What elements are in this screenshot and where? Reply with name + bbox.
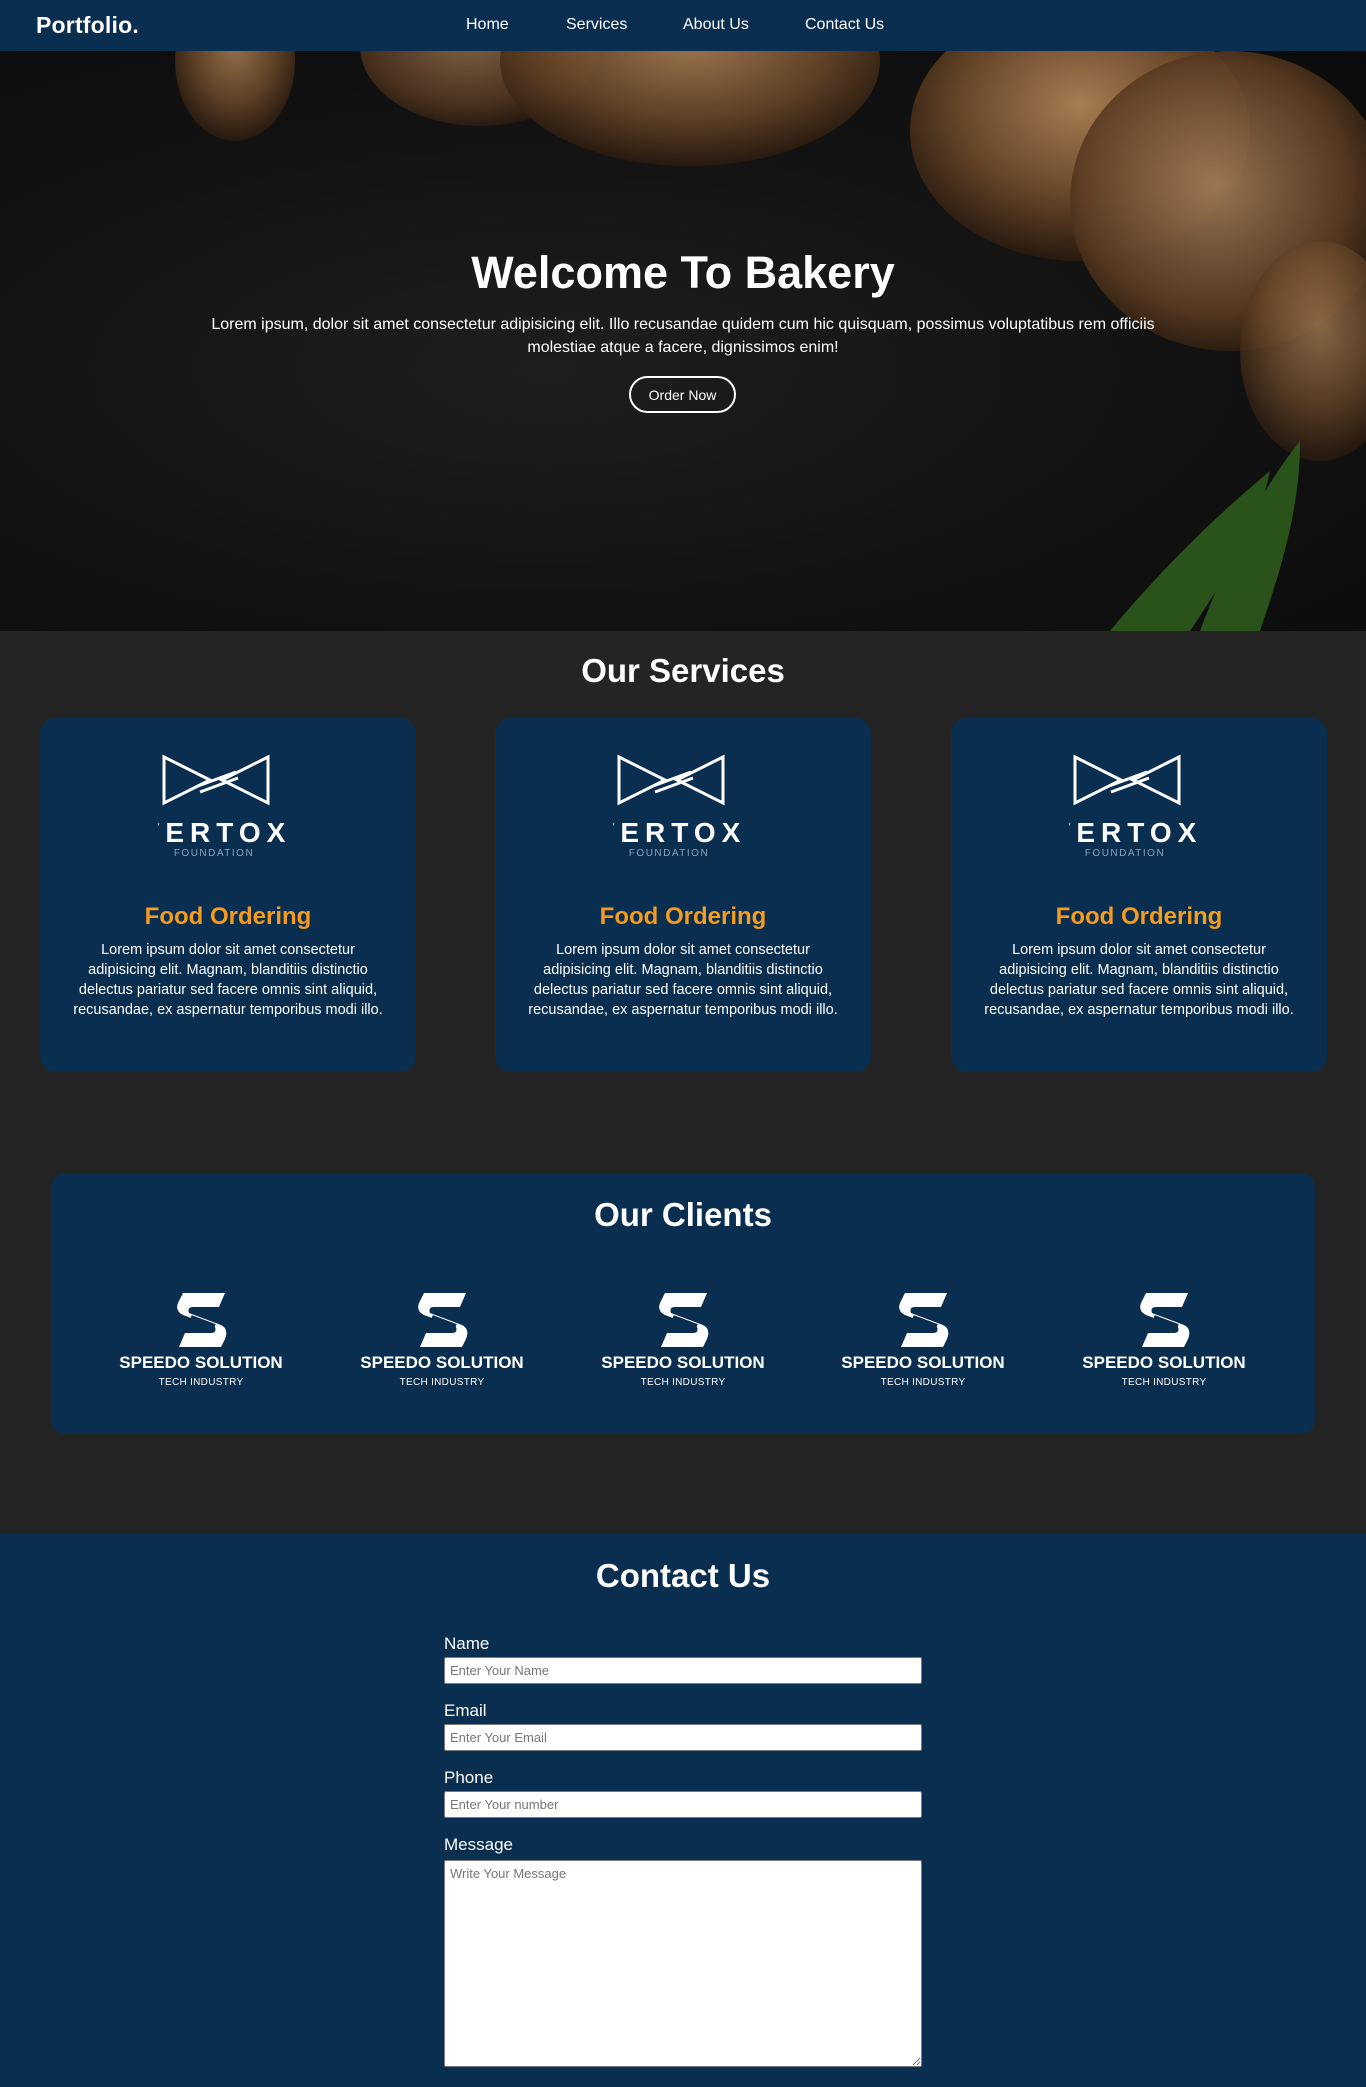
nav-link-services[interactable]: Services xyxy=(566,16,627,34)
svg-text:FOUNDATION: FOUNDATION xyxy=(629,848,709,859)
client-industry: TECH INDUSTRY xyxy=(640,1377,726,1388)
client-industry: TECH INDUSTRY xyxy=(1121,1377,1207,1388)
hero-section: Welcome To Bakery Lorem ipsum, dolor sit… xyxy=(0,51,1366,631)
client-name: SPEEDO SOLUTION xyxy=(1082,1353,1246,1372)
nav-links: Home Services About Us Contact Us xyxy=(0,16,1366,38)
svg-text:VERTOX: VERTOX xyxy=(1069,817,1202,848)
vertox-bowtie-logo-icon: VERTOX FOUNDATION xyxy=(158,754,291,859)
service-card: VERTOX FOUNDATION Food Ordering Lorem ip… xyxy=(40,718,416,1072)
service-description: Lorem ipsum dolor sit amet consectetur a… xyxy=(984,942,1294,1018)
client-logo: SPEEDO SOLUTION TECH INDUSTRY xyxy=(1064,1291,1264,1401)
navbar: Portfolio. Home Services About Us Contac… xyxy=(0,0,1366,51)
name-label: Name xyxy=(444,1634,490,1653)
nav-link-contact-us[interactable]: Contact Us xyxy=(805,16,884,34)
client-logo: SPEEDO SOLUTION TECH INDUSTRY xyxy=(823,1291,1023,1401)
speedo-s-logo-icon xyxy=(899,1293,949,1347)
speedo-s-logo-icon xyxy=(177,1293,227,1347)
client-name: SPEEDO SOLUTION xyxy=(360,1353,524,1372)
speedo-s-logo-icon xyxy=(1140,1293,1190,1347)
client-name: SPEEDO SOLUTION xyxy=(601,1353,765,1372)
service-title: Food Ordering xyxy=(144,903,312,930)
name-input[interactable] xyxy=(444,1657,922,1684)
message-label: Message xyxy=(444,1835,513,1854)
nav-link-home[interactable]: Home xyxy=(466,16,509,34)
clients-title: Our Clients xyxy=(594,1196,772,1233)
service-title: Food Ordering xyxy=(599,903,767,930)
phone-input[interactable] xyxy=(444,1791,922,1818)
svg-text:VERTOX: VERTOX xyxy=(613,817,746,848)
client-industry: TECH INDUSTRY xyxy=(399,1377,485,1388)
hero-title: Welcome To Bakery xyxy=(471,247,895,298)
service-title: Food Ordering xyxy=(1055,903,1223,930)
service-card: VERTOX FOUNDATION Food Ordering Lorem ip… xyxy=(951,718,1327,1072)
phone-label: Phone xyxy=(444,1768,494,1787)
hero-description: Lorem ipsum, dolor sit amet consectetur … xyxy=(211,316,1155,356)
contact-title: Contact Us xyxy=(595,1557,771,1594)
speedo-s-logo-icon xyxy=(659,1293,709,1347)
svg-text:VERTOX: VERTOX xyxy=(158,817,291,848)
client-industry: TECH INDUSTRY xyxy=(880,1377,966,1388)
service-description: Lorem ipsum dolor sit amet consectetur a… xyxy=(73,942,383,1018)
client-name: SPEEDO SOLUTION xyxy=(841,1353,1005,1372)
service-description: Lorem ipsum dolor sit amet consectetur a… xyxy=(528,942,838,1018)
email-label: Email xyxy=(444,1701,487,1720)
vertox-bowtie-logo-icon: VERTOX FOUNDATION xyxy=(1069,754,1202,859)
message-textarea[interactable] xyxy=(444,1860,922,2067)
svg-text:FOUNDATION: FOUNDATION xyxy=(174,848,254,859)
services-title: Our Services xyxy=(581,652,785,689)
clients-panel: Our Clients SPEEDO SOLUTION TECH INDUSTR… xyxy=(51,1173,1315,1434)
client-logo: SPEEDO SOLUTION TECH INDUSTRY xyxy=(583,1291,783,1401)
client-name: SPEEDO SOLUTION xyxy=(119,1353,283,1372)
vertox-bowtie-logo-icon: VERTOX FOUNDATION xyxy=(613,754,746,859)
speedo-s-logo-icon xyxy=(418,1293,468,1347)
client-logo: SPEEDO SOLUTION TECH INDUSTRY xyxy=(101,1291,301,1401)
nav-link-about-us[interactable]: About Us xyxy=(683,16,749,34)
email-input[interactable] xyxy=(444,1724,922,1751)
order-now-button[interactable]: Order Now xyxy=(629,376,736,413)
client-industry: TECH INDUSTRY xyxy=(158,1377,244,1388)
svg-text:FOUNDATION: FOUNDATION xyxy=(1085,848,1165,859)
client-logo: SPEEDO SOLUTION TECH INDUSTRY xyxy=(342,1291,542,1401)
service-card: VERTOX FOUNDATION Food Ordering Lorem ip… xyxy=(495,718,871,1072)
